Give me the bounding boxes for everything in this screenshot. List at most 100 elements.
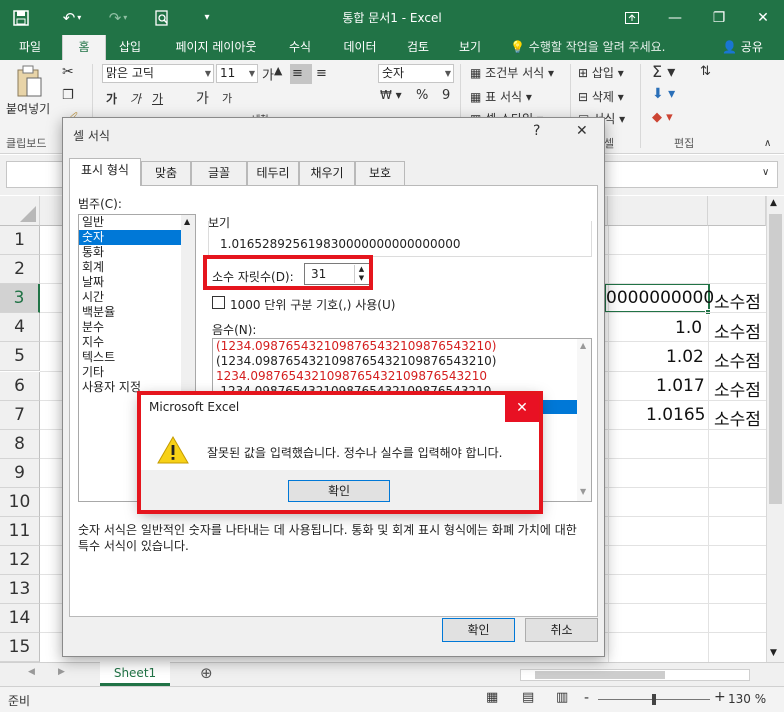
share-button[interactable]: 👤 공유 <box>722 35 763 59</box>
negative-item[interactable]: (1234.0987654321098765432109876543210) <box>213 339 591 354</box>
zoom-slider[interactable] <box>598 694 710 705</box>
category-item[interactable]: 백분율 <box>79 305 181 320</box>
tab-review[interactable]: 검토 <box>396 35 440 60</box>
close-icon[interactable]: ✕ <box>743 0 783 35</box>
insert-cells-button[interactable]: ⊞ 삽입 ▾ <box>578 64 624 81</box>
negative-scrollbar[interactable]: ▲ ▼ <box>577 339 591 501</box>
tab-file[interactable]: 파일 <box>6 35 54 60</box>
cell-r4-text[interactable]: 소수점 <box>714 318 761 343</box>
row-header[interactable]: 9 <box>0 458 40 488</box>
tab-data[interactable]: 데이터 <box>330 35 390 60</box>
category-item[interactable]: 날짜 <box>79 275 181 290</box>
row-header[interactable]: 6 <box>0 371 40 401</box>
row-header[interactable]: 3 <box>0 284 40 314</box>
cell-r5-text[interactable]: 소수점 <box>714 347 761 372</box>
bold-button[interactable]: 가 <box>106 90 117 107</box>
tab-alignment[interactable]: 맞춤 <box>141 161 191 185</box>
expand-formula-icon[interactable]: ∨ <box>762 167 769 178</box>
grow-font-button[interactable]: 가 <box>196 88 209 108</box>
category-item[interactable]: 분수 <box>79 320 181 335</box>
row-header[interactable]: 8 <box>0 429 40 459</box>
normal-view-icon[interactable]: ▦ <box>486 690 498 705</box>
next-sheet-icon[interactable]: ▶ <box>58 667 65 677</box>
tab-home[interactable]: 홈 <box>62 35 106 60</box>
cut-icon[interactable]: ✂ <box>62 64 74 80</box>
tab-page-layout[interactable]: 페이지 레이아웃 <box>160 35 272 60</box>
message-ok-button[interactable]: 확인 <box>288 480 390 502</box>
row-header[interactable]: 4 <box>0 313 40 343</box>
tab-number[interactable]: 표시 형식 <box>69 158 141 186</box>
table-format-button[interactable]: ▦ 표 서식 ▾ <box>470 88 532 105</box>
cell-r6-value[interactable]: 1.017 <box>656 376 705 396</box>
percent-button[interactable]: % <box>416 88 428 103</box>
conditional-format-button[interactable]: ▦ 조건부 서식 ▾ <box>470 64 554 81</box>
category-item[interactable]: 회계 <box>79 260 181 275</box>
collapse-ribbon-icon[interactable]: ∧ <box>764 138 771 149</box>
tab-protection[interactable]: 보호 <box>355 161 405 185</box>
row-header[interactable]: 12 <box>0 546 40 576</box>
negative-item[interactable]: 1234.0987654321098765432109876543210 <box>213 369 591 384</box>
zoom-in-button[interactable]: + <box>714 689 726 705</box>
ok-button[interactable]: 확인 <box>442 618 515 642</box>
horizontal-scroll-thumb[interactable] <box>535 671 665 679</box>
align-bottom-icon[interactable]: ≡ <box>316 66 327 81</box>
category-item[interactable]: 숫자 <box>79 230 181 245</box>
category-item[interactable]: 지수 <box>79 335 181 350</box>
number-format-combo[interactable]: 숫자 ▼ <box>378 64 454 83</box>
italic-button[interactable]: 가 <box>130 90 141 107</box>
autosum-icon[interactable]: Σ ▾ <box>652 62 675 81</box>
scroll-thumb[interactable] <box>769 214 782 504</box>
fill-icon[interactable]: ⬇ ▾ <box>652 86 675 102</box>
category-item[interactable]: 시간 <box>79 290 181 305</box>
decimal-places-input[interactable]: 31 ▲ ▼ <box>304 263 370 285</box>
row-header[interactable]: 2 <box>0 255 40 285</box>
comma-button[interactable]: 9 <box>442 88 450 103</box>
cancel-button[interactable]: 취소 <box>525 618 598 642</box>
row-header[interactable]: 7 <box>0 400 40 430</box>
sort-filter-icon[interactable]: ⇅ <box>700 64 711 79</box>
clear-icon[interactable]: ◆ ▾ <box>652 110 673 125</box>
scroll-down-icon[interactable]: ▼ <box>770 648 777 658</box>
font-name-combo[interactable]: 맑은 고딕 ▼ <box>102 64 214 83</box>
zoom-out-button[interactable]: - <box>584 690 589 706</box>
column-header[interactable] <box>708 196 766 226</box>
dialog-close-button[interactable]: ✕ <box>576 123 588 139</box>
zoom-level[interactable]: 130 % <box>728 692 766 706</box>
sheet-tab-sheet1[interactable]: Sheet1 <box>100 662 170 686</box>
copy-icon[interactable]: ❐ <box>62 88 74 103</box>
tab-insert[interactable]: 삽입 <box>108 35 152 60</box>
message-close-button[interactable]: ✕ <box>505 394 539 422</box>
page-break-view-icon[interactable]: ▥ <box>556 690 568 705</box>
cell-r3-value[interactable]: 0000000000 <box>606 288 714 308</box>
row-header[interactable]: 1 <box>0 226 40 256</box>
help-button[interactable]: ? <box>533 123 540 139</box>
thousands-separator-label[interactable]: 1000 단위 구분 기호(,) 사용(U) <box>230 296 395 313</box>
tab-view[interactable]: 보기 <box>446 35 494 60</box>
thousands-separator-checkbox[interactable] <box>212 296 225 309</box>
page-layout-view-icon[interactable]: ▤ <box>522 690 534 705</box>
negative-item[interactable]: (1234.0987654321098765432109876543210) <box>213 354 591 369</box>
scroll-up-icon[interactable]: ▲ <box>580 341 586 350</box>
cell-r7-text[interactable]: 소수점 <box>714 405 761 430</box>
decimal-spinner[interactable]: ▲ ▼ <box>354 265 368 283</box>
grow-font-icon[interactable]: 가▲ <box>262 64 282 83</box>
row-header[interactable]: 15 <box>0 633 40 663</box>
paste-icon[interactable] <box>14 64 48 100</box>
category-item[interactable]: 기타 <box>79 365 181 380</box>
paste-label[interactable]: 붙여넣기 <box>6 100 50 117</box>
row-header[interactable]: 10 <box>0 487 40 517</box>
tell-me-box[interactable]: 💡 수행할 작업을 알려 주세요. <box>510 35 665 59</box>
align-middle-icon[interactable]: ≡ <box>292 66 303 81</box>
tab-font[interactable]: 글꼴 <box>191 161 247 185</box>
row-header[interactable]: 5 <box>0 342 40 372</box>
tab-fill[interactable]: 채우기 <box>299 161 355 185</box>
cell-r7-value[interactable]: 1.0165 <box>646 405 705 425</box>
prev-sheet-icon[interactable]: ◀ <box>28 667 35 677</box>
font-size-combo[interactable]: 11 ▼ <box>216 64 258 83</box>
restore-icon[interactable]: ❐ <box>699 0 739 35</box>
horizontal-scrollbar[interactable] <box>520 669 750 681</box>
cell-r4-value[interactable]: 1.0 <box>675 318 702 338</box>
category-item[interactable]: 텍스트 <box>79 350 181 365</box>
add-sheet-icon[interactable]: ⊕ <box>200 664 213 682</box>
shrink-font-button[interactable]: 가 <box>222 90 232 106</box>
